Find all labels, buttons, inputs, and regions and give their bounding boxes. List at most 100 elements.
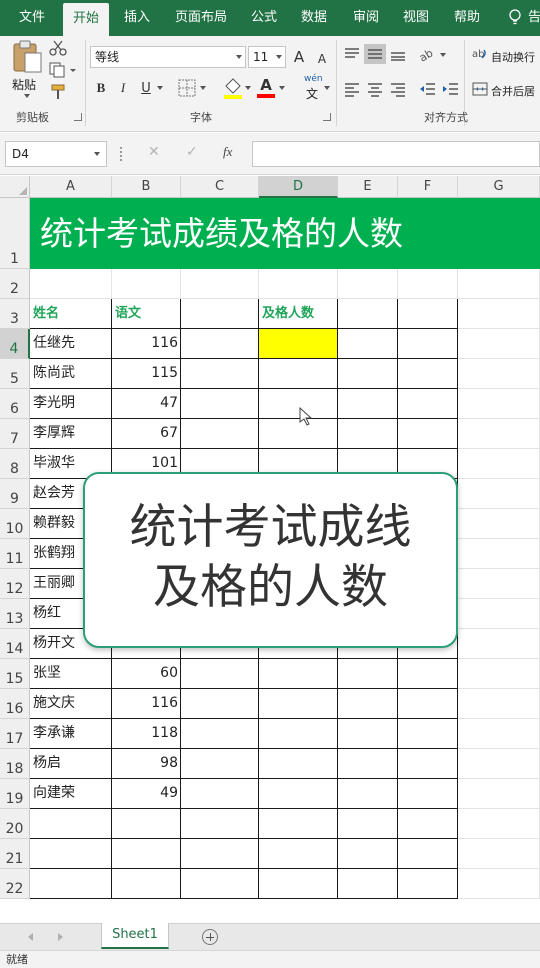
cell-c17[interactable]: [181, 719, 259, 749]
student-name[interactable]: 施文庆: [30, 689, 112, 719]
paste-dropdown-icon[interactable]: [24, 94, 30, 98]
tab-file[interactable]: 文件: [19, 0, 45, 36]
cell-b20[interactable]: [112, 809, 181, 839]
row-header-22[interactable]: 22: [0, 869, 30, 899]
student-score[interactable]: 67: [112, 419, 181, 449]
format-painter-icon[interactable]: [50, 84, 68, 100]
cell-d15[interactable]: [259, 659, 338, 689]
cell-b2[interactable]: [112, 269, 181, 299]
cell-d22[interactable]: [259, 869, 338, 899]
align-center-icon[interactable]: [366, 81, 384, 97]
student-name[interactable]: 向建荣: [30, 779, 112, 809]
orientation-icon[interactable]: ab: [418, 45, 448, 63]
phonetic-guide-button[interactable]: 文: [306, 85, 318, 102]
row-header-14[interactable]: 14: [0, 629, 30, 659]
cell-c3[interactable]: [181, 299, 259, 329]
row-header-2[interactable]: 2: [0, 269, 30, 299]
align-left-icon[interactable]: [343, 81, 361, 97]
cell-c15[interactable]: [181, 659, 259, 689]
cell-f22[interactable]: [398, 869, 458, 899]
student-name[interactable]: 陈尚武: [30, 359, 112, 389]
cell-c16[interactable]: [181, 689, 259, 719]
cell-f4[interactable]: [398, 329, 458, 359]
align-bottom-icon[interactable]: [389, 46, 407, 62]
font-launcher-icon[interactable]: [323, 113, 331, 121]
cell-e3[interactable]: [338, 299, 398, 329]
cell-e18[interactable]: [338, 749, 398, 779]
align-top-icon[interactable]: [343, 46, 361, 62]
cell-g2[interactable]: [458, 269, 540, 299]
cell-c4[interactable]: [181, 329, 259, 359]
row-header-16[interactable]: 16: [0, 689, 30, 719]
cell-f20[interactable]: [398, 809, 458, 839]
student-score[interactable]: 116: [112, 689, 181, 719]
align-right-icon[interactable]: [389, 81, 407, 97]
cell-c5[interactable]: [181, 359, 259, 389]
cell-d16[interactable]: [259, 689, 338, 719]
sheet-title-cell[interactable]: 统计考试成绩及格的人数: [30, 198, 540, 269]
cell-e16[interactable]: [338, 689, 398, 719]
student-score[interactable]: 98: [112, 749, 181, 779]
cell-c7[interactable]: [181, 419, 259, 449]
formula-input[interactable]: [252, 141, 540, 167]
row-header-17[interactable]: 17: [0, 719, 30, 749]
cell-e6[interactable]: [338, 389, 398, 419]
tab-help[interactable]: 帮助: [454, 0, 480, 36]
cell-e19[interactable]: [338, 779, 398, 809]
cell-e20[interactable]: [338, 809, 398, 839]
column-header-d[interactable]: D: [259, 176, 338, 198]
column-header-e[interactable]: E: [338, 176, 398, 198]
row-header-6[interactable]: 6: [0, 389, 30, 419]
lightbulb-icon[interactable]: [508, 9, 522, 27]
tab-review[interactable]: 审阅: [353, 0, 379, 36]
student-score[interactable]: 60: [112, 659, 181, 689]
column-header-g[interactable]: G: [458, 176, 540, 198]
tab-home[interactable]: 开始: [63, 3, 110, 36]
grow-font-button[interactable]: A: [291, 47, 307, 67]
cell-d17[interactable]: [259, 719, 338, 749]
cell-f21[interactable]: [398, 839, 458, 869]
paste-icon[interactable]: [11, 40, 43, 74]
fill-color-icon[interactable]: [222, 76, 252, 100]
add-sheet-icon[interactable]: [202, 929, 218, 945]
scroll-tabs-right-icon[interactable]: [58, 933, 63, 941]
sheet-tab-sheet1[interactable]: Sheet1: [101, 923, 169, 949]
italic-button[interactable]: I: [116, 78, 130, 98]
underline-button[interactable]: U: [139, 78, 153, 98]
cell-c22[interactable]: [181, 869, 259, 899]
insert-function-icon[interactable]: fx: [223, 144, 232, 160]
chevron-down-icon[interactable]: [156, 85, 164, 91]
cell-g11[interactable]: [458, 539, 540, 569]
cell-e7[interactable]: [338, 419, 398, 449]
header-pass-count[interactable]: 及格人数: [259, 299, 338, 329]
wrap-text-button[interactable]: 自动换行: [491, 49, 535, 65]
student-score[interactable]: 115: [112, 359, 181, 389]
cell-a20[interactable]: [30, 809, 112, 839]
column-header-c[interactable]: C: [181, 176, 259, 198]
splitter-handle[interactable]: [120, 147, 122, 161]
cell-f3[interactable]: [398, 299, 458, 329]
select-all-corner[interactable]: [0, 176, 30, 198]
cell-g21[interactable]: [458, 839, 540, 869]
chevron-down-icon[interactable]: [278, 85, 286, 91]
cell-d18[interactable]: [259, 749, 338, 779]
row-header-7[interactable]: 7: [0, 419, 30, 449]
cell-f17[interactable]: [398, 719, 458, 749]
bold-button[interactable]: B: [94, 78, 108, 98]
cell-e2[interactable]: [338, 269, 398, 299]
paste-button[interactable]: 粘贴: [12, 76, 36, 93]
cell-c21[interactable]: [181, 839, 259, 869]
cell-g19[interactable]: [458, 779, 540, 809]
cut-icon[interactable]: [49, 40, 67, 56]
tab-data[interactable]: 数据: [301, 0, 327, 36]
student-score[interactable]: 47: [112, 389, 181, 419]
cell-g14[interactable]: [458, 629, 540, 659]
increase-indent-icon[interactable]: [441, 81, 459, 97]
cell-g4[interactable]: [458, 329, 540, 359]
cell-f16[interactable]: [398, 689, 458, 719]
cell-a2[interactable]: [30, 269, 112, 299]
chevron-down-icon[interactable]: [323, 85, 331, 91]
cell-f5[interactable]: [398, 359, 458, 389]
student-name[interactable]: 任继先: [30, 329, 112, 359]
cell-g20[interactable]: [458, 809, 540, 839]
